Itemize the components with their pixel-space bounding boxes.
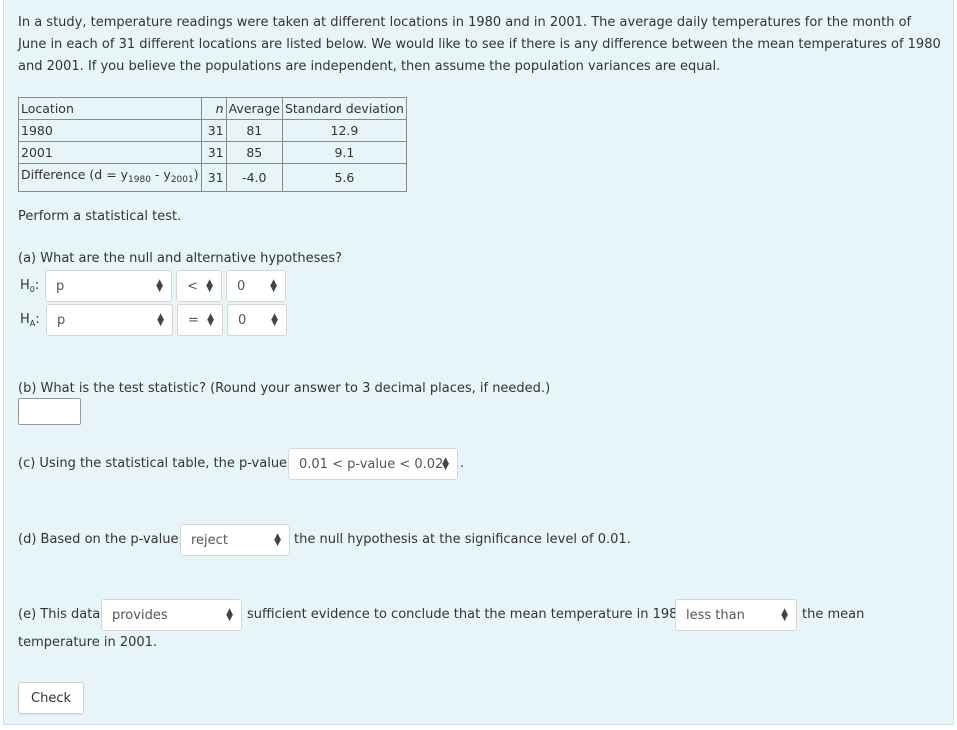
h0-parameter-select[interactable]: p ▲ ▼ <box>45 270 172 302</box>
header-location: Location <box>18 97 202 120</box>
cell-location: 1980 <box>18 119 202 142</box>
cell-n: 31 <box>200 119 227 142</box>
h0-label: H0: <box>20 278 40 294</box>
updown-arrow-icon: ▲ ▼ <box>156 278 163 294</box>
part-e-prefix: (e) This data <box>18 607 101 622</box>
cell-average: 85 <box>225 141 283 164</box>
h0-letter: H <box>20 278 30 293</box>
updown-arrow-icon: ▲ ▼ <box>271 312 278 328</box>
check-button[interactable]: Check <box>18 682 84 714</box>
cell-location: Difference (d = y1980 - y2001) <box>18 163 202 192</box>
ha-value-select[interactable]: 0 ▲ ▼ <box>227 304 287 336</box>
reject-decision-select[interactable]: reject ▲ ▼ <box>180 524 290 556</box>
part-d-prefix: (d) Based on the p-value, <box>18 532 183 547</box>
table-row: 2001 31 85 9.1 <box>18 141 407 164</box>
cell-location: 2001 <box>18 141 202 164</box>
diff-mid: - y <box>150 167 171 182</box>
ha-operator-select[interactable]: = ▲ ▼ <box>177 304 223 336</box>
cell-average: 81 <box>225 119 283 142</box>
cell-n: 31 <box>200 163 227 192</box>
cell-n: 31 <box>200 141 227 164</box>
updown-arrow-icon: ▲ ▼ <box>274 532 281 548</box>
table-row: Difference (d = y1980 - y2001) 31 -4.0 5… <box>18 163 407 192</box>
header-sd: Standard deviation <box>281 97 407 120</box>
h0-operator-value: < <box>187 278 198 294</box>
h0-sub: 0 <box>29 285 35 294</box>
intro-text: In a study, temperature readings were ta… <box>18 15 941 74</box>
updown-arrow-icon: ▲ ▼ <box>226 607 233 623</box>
evidence-selected: provides <box>112 607 168 623</box>
part-a-question: (a) What are the null and alternative hy… <box>18 251 343 266</box>
part-e-line2: temperature in 2001. <box>18 635 158 650</box>
test-statistic-input[interactable] <box>18 398 81 425</box>
updown-arrow-icon: ▲ ▼ <box>207 312 214 328</box>
table-header-row: Location n Average Standard deviation <box>18 97 407 120</box>
header-average: Average <box>225 97 283 120</box>
h0-operator-select[interactable]: < ▲ ▼ <box>176 270 222 302</box>
cell-sd: 5.6 <box>281 163 407 192</box>
h0-value: 0 <box>237 278 246 294</box>
comparison-select[interactable]: less than ▲ ▼ <box>675 599 797 631</box>
diff-prefix: Difference (d = y <box>21 167 129 182</box>
ha-operator-value: = <box>188 312 199 328</box>
part-b-question: (b) What is the test statistic? (Round y… <box>18 381 551 396</box>
evidence-select[interactable]: provides ▲ ▼ <box>101 599 242 631</box>
part-c-prefix: (c) Using the statistical table, the p-v… <box>18 456 302 471</box>
diff-suffix: ) <box>193 167 199 182</box>
part-c-suffix: . <box>460 456 465 471</box>
decision-selected: reject <box>191 532 228 548</box>
ha-parameter-select[interactable]: p ▲ ▼ <box>46 304 173 336</box>
ha-value: 0 <box>238 312 247 328</box>
part-d-suffix: the null hypothesis at the significance … <box>294 532 631 547</box>
h0-value-select[interactable]: 0 ▲ ▼ <box>226 270 286 302</box>
cell-sd: 9.1 <box>281 141 407 164</box>
p-value-select[interactable]: 0.01 < p-value < 0.02 ▲ ▼ <box>288 448 458 480</box>
ha-parameter-value: p <box>57 312 66 328</box>
comparison-selected: less than <box>686 607 745 623</box>
updown-arrow-icon: ▲ ▼ <box>157 312 164 328</box>
ha-label: HA: <box>20 312 40 328</box>
p-value-selected: 0.01 < p-value < 0.02 <box>299 456 444 472</box>
part-e-suffix: the mean <box>802 607 865 622</box>
data-table: Location n Average Standard deviation 19… <box>18 97 407 192</box>
updown-arrow-icon: ▲ ▼ <box>781 607 788 623</box>
cell-sd: 12.9 <box>281 119 407 142</box>
updown-arrow-icon: ▲ ▼ <box>206 278 213 294</box>
updown-arrow-icon: ▲ ▼ <box>442 456 449 472</box>
perform-text: Perform a statistical test. <box>18 209 182 224</box>
diff-sub1: 1980 <box>128 175 151 185</box>
ha-sub: A <box>29 319 36 328</box>
cell-average: -4.0 <box>225 163 283 192</box>
part-e-middle: sufficient evidence to conclude that the… <box>247 607 701 622</box>
updown-arrow-icon: ▲ ▼ <box>270 278 277 294</box>
h0-parameter-value: p <box>56 278 65 294</box>
table-row: 1980 31 81 12.9 <box>18 119 407 142</box>
diff-sub2: 2001 <box>170 175 194 185</box>
header-n: n <box>200 97 227 120</box>
ha-letter: H <box>20 312 30 327</box>
